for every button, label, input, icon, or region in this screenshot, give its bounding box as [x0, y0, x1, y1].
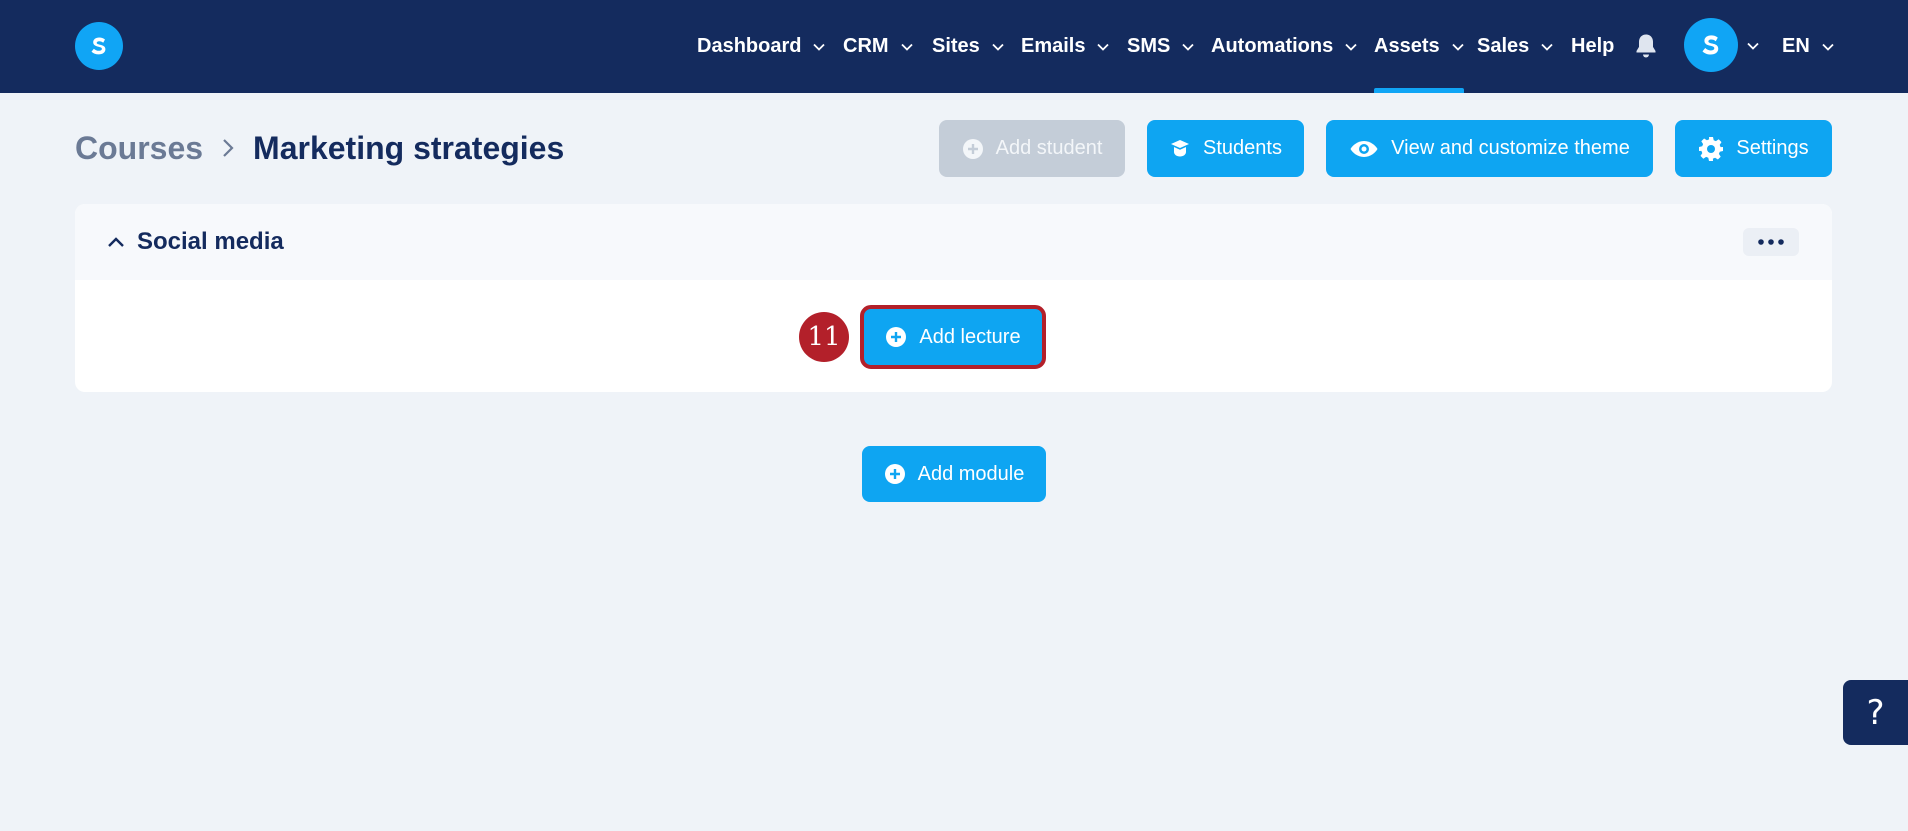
page-title: Marketing strategies [253, 129, 565, 166]
nav-emails-label: Emails [1021, 35, 1086, 57]
nav-crm[interactable]: CRM [843, 0, 913, 93]
nav-automations-label: Automations [1211, 35, 1334, 57]
add-student-label: Add student [995, 137, 1103, 159]
chevron-down-icon [1182, 43, 1194, 51]
nav-emails[interactable]: Emails [1021, 0, 1110, 93]
plus-circle-icon [962, 138, 983, 159]
gear-icon [1699, 136, 1724, 161]
language-label: EN [1782, 35, 1810, 57]
students-button[interactable]: Students [1147, 120, 1304, 177]
nav-sales[interactable]: Sales [1477, 0, 1553, 93]
settings-button[interactable]: Settings [1675, 120, 1832, 177]
module-header: Social media [75, 204, 1832, 280]
nav-sms[interactable]: SMS [1127, 0, 1194, 93]
ellipsis-icon [1758, 239, 1784, 245]
nav-sales-label: Sales [1477, 35, 1530, 57]
chevron-down-icon [900, 43, 913, 51]
chevron-down-icon [813, 43, 826, 51]
view-customize-theme-button[interactable]: View and customize theme [1326, 120, 1653, 177]
chevron-down-icon [1541, 43, 1553, 51]
chevron-down-icon [1451, 43, 1464, 51]
chevron-down-icon [1345, 43, 1357, 51]
step-number-badge: 11 [799, 312, 849, 362]
module-card: Social media Add lecture [75, 204, 1832, 392]
module-toggle[interactable]: Social media [107, 204, 284, 280]
chevron-down-icon [1097, 43, 1110, 51]
add-lecture-label: Add lecture [919, 325, 1021, 348]
nav-sites[interactable]: Sites [932, 0, 1004, 93]
chevron-down-icon [992, 43, 1004, 51]
students-label: Students [1203, 137, 1282, 159]
add-student-button[interactable]: Add student [939, 120, 1125, 177]
nav-assets[interactable]: Assets [1374, 0, 1464, 93]
bell-icon[interactable] [1634, 33, 1658, 59]
chevron-up-icon [108, 237, 124, 247]
top-navigation-bar: Dashboard CRM Sites Emails SMS Automatio… [0, 0, 1908, 93]
add-module-button[interactable]: Add module [862, 446, 1046, 502]
nav-crm-label: CRM [843, 35, 889, 57]
nav-assets-label: Assets [1374, 35, 1440, 57]
plus-circle-icon [886, 327, 907, 347]
nav-help[interactable]: Help [1571, 0, 1614, 93]
user-avatar-icon[interactable] [1684, 18, 1738, 72]
nav-automations[interactable]: Automations [1211, 0, 1357, 93]
nav-dashboard[interactable]: Dashboard [697, 0, 826, 93]
breadcrumb: Courses Marketing strategies [75, 128, 564, 168]
settings-label: Settings [1736, 137, 1809, 159]
eye-icon [1350, 140, 1378, 157]
more-options-button[interactable] [1743, 228, 1799, 256]
view-theme-label: View and customize theme [1391, 137, 1630, 159]
language-selector[interactable]: EN [1782, 0, 1834, 93]
breadcrumb-courses-link[interactable]: Courses [75, 130, 203, 167]
graduation-cap-icon [1171, 139, 1190, 156]
chevron-right-icon [223, 139, 234, 157]
chevron-down-icon[interactable] [1747, 42, 1759, 50]
plus-circle-icon [884, 464, 905, 484]
nav-help-label: Help [1571, 35, 1615, 57]
main-nav: Dashboard CRM Sites Emails SMS Automatio… [0, 0, 1908, 93]
chevron-down-icon [1822, 43, 1834, 51]
add-lecture-button[interactable]: Add lecture [860, 305, 1046, 369]
module-title: Social media [137, 228, 284, 255]
help-button[interactable]: ? [1843, 680, 1908, 745]
nav-sites-label: Sites [932, 35, 980, 57]
nav-dashboard-label: Dashboard [697, 35, 802, 57]
add-module-label: Add module [917, 462, 1025, 485]
nav-sms-label: SMS [1127, 35, 1171, 57]
